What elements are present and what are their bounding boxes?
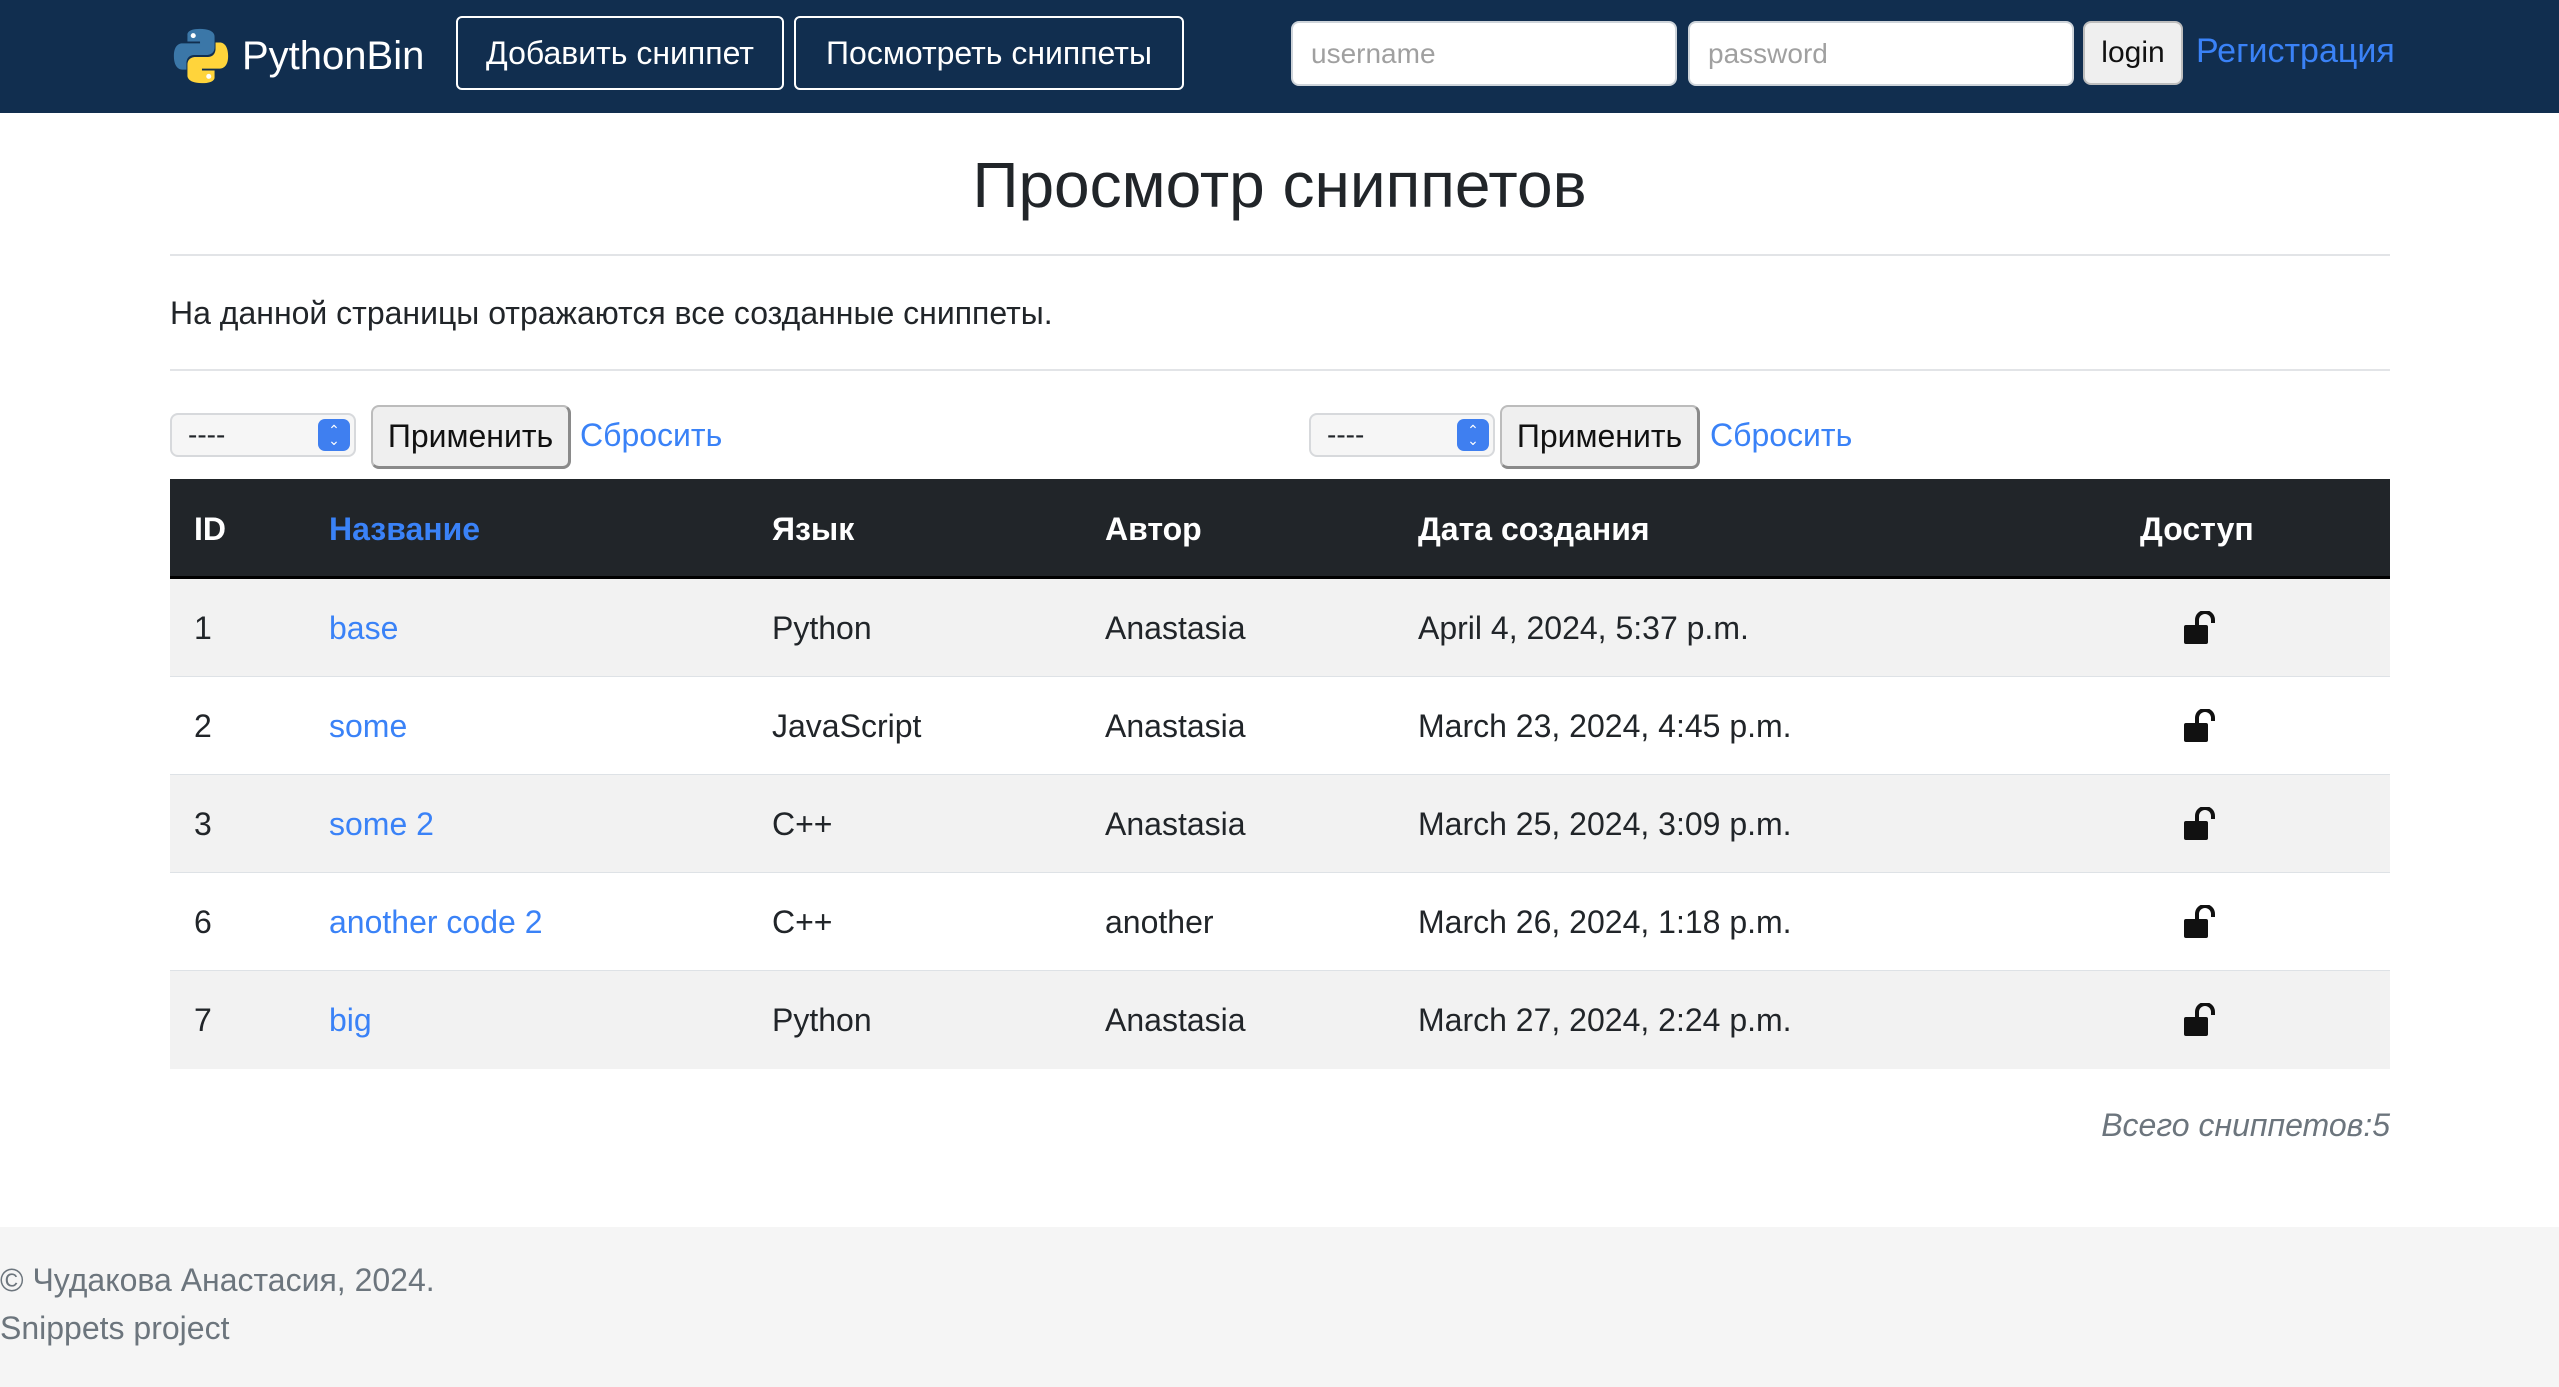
unlock-icon <box>2184 905 2215 938</box>
unlock-icon <box>2184 611 2215 644</box>
cell-language: C++ <box>772 806 833 842</box>
username-input[interactable] <box>1291 21 1677 86</box>
add-snippet-button[interactable]: Добавить сниппет <box>456 16 784 90</box>
password-input[interactable] <box>1688 21 2074 86</box>
reset-filter-link[interactable]: Сбросить <box>1710 417 1852 454</box>
cell-id: 7 <box>194 1002 212 1038</box>
header-name-sort-link[interactable]: Название <box>329 479 480 579</box>
snippet-link[interactable]: base <box>329 579 398 677</box>
reset-filter-link[interactable]: Сбросить <box>580 417 722 454</box>
cell-created: April 4, 2024, 5:37 p.m. <box>1418 610 1749 646</box>
table-row: 6 another code 2 C++ another March 26, 2… <box>170 873 2390 971</box>
login-button[interactable]: login <box>2083 21 2183 85</box>
footer-project: Snippets project <box>0 1310 230 1346</box>
table-row: 3 some 2 C++ Anastasia March 25, 2024, 3… <box>170 775 2390 873</box>
snippets-table: ID Название Язык Автор Дата создания Дос… <box>170 479 2390 1069</box>
cell-id: 2 <box>194 708 212 744</box>
cell-author: another <box>1105 904 1214 940</box>
cell-id: 3 <box>194 806 212 842</box>
total-count: Всего сниппетов:5 <box>2101 1107 2390 1143</box>
select-value: ---- <box>188 419 226 450</box>
snippet-link[interactable]: big <box>329 971 372 1069</box>
table-row: 2 some JavaScript Anastasia March 23, 20… <box>170 677 2390 775</box>
view-snippets-button[interactable]: Посмотреть сниппеты <box>794 16 1184 90</box>
cell-created: March 25, 2024, 3:09 p.m. <box>1418 806 1792 842</box>
page-title: Просмотр сниппетов <box>972 149 1587 221</box>
navbar: PythonBin Добавить сниппет Посмотреть сн… <box>0 0 2559 113</box>
table-row: 1 base Python Anastasia April 4, 2024, 5… <box>170 579 2390 677</box>
cell-author: Anastasia <box>1105 1002 1246 1038</box>
brand-name: PythonBin <box>242 33 425 78</box>
snippet-link[interactable]: some 2 <box>329 775 434 873</box>
cell-id: 6 <box>194 904 212 940</box>
table-header: ID Название Язык Автор Дата создания Дос… <box>170 479 2390 579</box>
select-arrows-icon: ⌃ ⌄ <box>318 419 350 451</box>
snippet-link[interactable]: another code 2 <box>329 873 543 971</box>
cell-language: C++ <box>772 904 833 940</box>
unlock-icon <box>2184 1003 2215 1036</box>
author-filter-select[interactable]: ---- ⌃ ⌄ <box>1309 413 1495 457</box>
cell-language: JavaScript <box>772 708 922 744</box>
select-value: ---- <box>1327 419 1365 450</box>
cell-language: Python <box>772 610 872 646</box>
register-link[interactable]: Регистрация <box>2196 32 2395 71</box>
cell-created: March 27, 2024, 2:24 p.m. <box>1418 1002 1792 1038</box>
cell-language: Python <box>772 1002 872 1038</box>
cell-author: Anastasia <box>1105 708 1246 744</box>
python-logo-icon <box>173 28 229 84</box>
header-language: Язык <box>772 511 855 547</box>
header-access: Доступ <box>2140 511 2254 547</box>
page-description: На данной страницы отражаются все создан… <box>170 295 1053 331</box>
cell-created: March 26, 2024, 1:18 p.m. <box>1418 904 1792 940</box>
header-created: Дата создания <box>1418 511 1650 547</box>
cell-author: Anastasia <box>1105 610 1246 646</box>
snippet-link[interactable]: some <box>329 677 407 775</box>
header-author: Автор <box>1105 511 1202 547</box>
header-id: ID <box>194 511 226 547</box>
footer: © Чудакова Анастасия, 2024. Snippets pro… <box>0 1227 2559 1387</box>
divider <box>170 369 2390 371</box>
language-filter-select[interactable]: ---- ⌃ ⌄ <box>170 413 356 457</box>
unlock-icon <box>2184 709 2215 742</box>
apply-filter-button[interactable]: Применить <box>1500 405 1700 469</box>
select-arrows-icon: ⌃ ⌄ <box>1457 419 1489 451</box>
divider <box>170 254 2390 256</box>
footer-copyright: © Чудакова Анастасия, 2024. <box>0 1262 435 1298</box>
cell-id: 1 <box>194 610 212 646</box>
unlock-icon <box>2184 807 2215 840</box>
apply-filter-button[interactable]: Применить <box>371 405 571 469</box>
brand-link[interactable]: PythonBin <box>170 20 424 92</box>
cell-created: March 23, 2024, 4:45 p.m. <box>1418 708 1792 744</box>
cell-author: Anastasia <box>1105 806 1246 842</box>
table-row: 7 big Python Anastasia March 27, 2024, 2… <box>170 971 2390 1069</box>
